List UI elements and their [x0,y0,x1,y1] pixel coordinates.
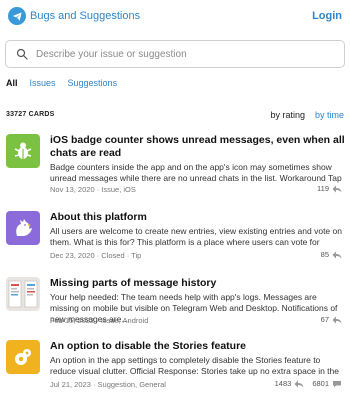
reply-count-value: 119 [317,184,329,193]
card-title[interactable]: iOS badge counter shows unread messages,… [50,134,346,160]
card-stats: 85 [313,250,342,259]
tab-suggestions[interactable]: Suggestions [68,78,118,92]
filter-tabs: All Issues Suggestions [6,78,129,92]
reply-count[interactable]: 85 [321,250,342,259]
app-title[interactable]: Bugs and Suggestions [30,10,140,22]
login-link[interactable]: Login [312,10,342,22]
reply-count[interactable]: 67 [321,315,342,324]
card-stats: 119 [309,184,342,193]
tab-issues[interactable]: Issues [30,78,56,92]
search-input[interactable] [36,42,336,66]
card-meta: Nov 13, 2020 · Issue, iOS [50,185,136,194]
card-ios-badge-counter[interactable]: iOS badge counter shows unread messages,… [6,134,346,200]
card-description: All users are welcome to create new entr… [50,226,342,247]
sort-by-time[interactable]: by time [315,110,344,120]
comment-icon [333,380,341,387]
reply-icon [332,185,342,192]
card-title[interactable]: About this platform [50,211,346,224]
reply-count-value: 67 [320,315,329,324]
card-meta: Jul 21, 2023 · Suggestion, General [50,380,166,389]
card-disable-stories[interactable]: An option to disable the Stories feature… [6,340,346,399]
reply-count[interactable]: 1483 [275,379,305,388]
comment-count-value: 6801 [312,379,329,388]
tab-all[interactable]: All [6,78,18,92]
reply-count-value: 85 [320,250,329,259]
screenshot-thumbnail-icon [6,277,40,311]
search-icon [16,48,28,60]
reply-count-value: 1483 [274,379,292,388]
sort-options: by rating by time [260,110,344,120]
card-description: Badge counters inside the app and on the… [50,162,342,183]
rooster-icon [6,211,40,245]
reply-count[interactable]: 119 [317,184,342,193]
search-box[interactable] [5,40,345,68]
card-meta: Feb 15, 2022 · Issue, Android [50,316,149,325]
card-title[interactable]: Missing parts of message history [50,277,346,290]
cards-count: 33727 CARDS [6,111,55,118]
card-about-platform[interactable]: About this platform All users are welcom… [6,211,346,277]
reply-icon [294,380,304,387]
comment-count[interactable]: 6801 [312,379,342,388]
card-missing-message-history[interactable]: Missing parts of message history Your he… [6,277,346,343]
telegram-logo-icon[interactable] [8,7,26,25]
green-badge-icon [6,134,40,168]
stories-icon [6,340,40,374]
reply-icon [332,251,342,258]
card-title[interactable]: An option to disable the Stories feature [50,340,346,353]
reply-icon [332,316,342,323]
app-header: Bugs and Suggestions Login [0,0,350,34]
sort-by-rating[interactable]: by rating [270,110,305,120]
card-meta: Dec 23, 2020 · Closed · Tip [50,251,142,260]
card-stats: 1483 6801 [267,379,342,388]
card-stats: 67 [313,315,342,324]
card-description: An option in the app settings to complet… [50,355,339,376]
